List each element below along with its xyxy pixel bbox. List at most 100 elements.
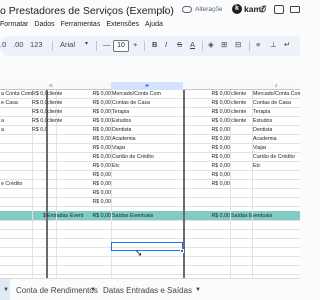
menu-ferramentas[interactable]: Ferramentas: [61, 21, 101, 33]
valign-icon[interactable]: ⊥: [270, 40, 277, 49]
cell[interactable]: R$ 0,00: [183, 212, 230, 220]
cell[interactable]: Cartão de Crédito: [253, 153, 295, 161]
cell[interactable]: Academia: [253, 135, 277, 143]
cell[interactable]: Dentista: [253, 126, 272, 134]
cell[interactable]: Etc: [112, 162, 120, 170]
cell[interactable]: R$ 0,00: [32, 117, 46, 125]
cell[interactable]: R$ 0,00: [56, 198, 111, 206]
cell[interactable]: e Crédito: [1, 180, 23, 188]
column-header[interactable]: [0, 82, 32, 90]
cell[interactable]: R$ 0,00: [56, 117, 111, 125]
cell[interactable]: Mercado/Conta Com: [112, 90, 161, 98]
menu-extensoes[interactable]: Extensões: [106, 21, 139, 33]
fill-color-icon[interactable]: ◈: [208, 40, 214, 49]
cell[interactable]: R$ 0,00: [56, 189, 111, 197]
cell[interactable]: R$ 0,00: [183, 135, 230, 143]
cell[interactable]: a: [1, 117, 4, 125]
merge-cells-icon[interactable]: ⊟: [235, 40, 241, 49]
cell[interactable]: Estudos: [253, 117, 272, 125]
cell[interactable]: a Conta Com: [1, 90, 32, 98]
font-family-select[interactable]: Arial: [60, 40, 75, 49]
column-header[interactable]: [183, 82, 230, 90]
text-wrap-icon[interactable]: ↵: [284, 40, 290, 49]
cell[interactable]: R$ 0,00: [183, 153, 230, 161]
chevron-down-icon[interactable]: ▾: [85, 40, 88, 47]
fill-handle[interactable]: [180, 249, 184, 253]
comment-icon[interactable]: [274, 5, 284, 14]
history-icon[interactable]: ↺: [258, 3, 267, 16]
cell[interactable]: R$ 0,00: [183, 144, 230, 152]
cell[interactable]: cliente: [231, 117, 246, 125]
cell[interactable]: R$ 0,00: [183, 90, 230, 98]
cell[interactable]: R$ 0,00: [56, 144, 111, 152]
cell[interactable]: R$ 0,00: [183, 108, 230, 116]
cell[interactable]: R$ 0,00: [183, 99, 230, 107]
cell[interactable]: R$ 0,00: [56, 212, 111, 220]
cell[interactable]: R$ 0,00: [56, 180, 111, 188]
chevron-down-icon[interactable]: ▼: [90, 287, 96, 293]
cell[interactable]: Mercado/Conta Com: [253, 90, 300, 98]
strikethrough-icon[interactable]: S: [177, 40, 182, 49]
cell[interactable]: R$ 0,00: [32, 99, 46, 107]
cell[interactable]: cliente: [231, 108, 246, 116]
column-header-j[interactable]: J: [252, 82, 300, 90]
menu-dados[interactable]: Dados: [34, 21, 54, 33]
cell[interactable]: Saídas Eventuais: [112, 212, 153, 220]
cell[interactable]: R$ 0,00: [56, 162, 111, 170]
cell[interactable]: Dentista: [112, 126, 131, 134]
cell[interactable]: R$ 0,00: [56, 126, 111, 134]
italic-icon[interactable]: I: [165, 40, 167, 49]
column-header-h[interactable]: H: [111, 82, 183, 90]
align-icon[interactable]: ≡: [256, 40, 260, 49]
sheet-tab-datas-entradas-e-saidas[interactable]: Datas Entradas e Saídas: [103, 286, 192, 295]
cell[interactable]: Saídas Eventuais: [231, 212, 272, 220]
cell[interactable]: Cartão de Crédito: [112, 153, 154, 161]
cell[interactable]: R$ 0,00: [183, 162, 230, 170]
cell[interactable]: R$ 0,00: [56, 99, 111, 107]
document-title[interactable]: o Prestadores de Serviços (Exemplo): [0, 5, 174, 17]
column-header[interactable]: [56, 82, 111, 90]
cell[interactable]: R$ 0,00: [56, 135, 111, 143]
star-icon[interactable]: ☆: [160, 5, 169, 16]
chevron-down-icon[interactable]: ▼: [3, 287, 9, 293]
spreadsheet-grid[interactable]: a Conta Com e Casa a a e Crédito R$ 0,00…: [0, 90, 300, 278]
increase-decimals-button[interactable]: .00: [13, 40, 23, 49]
chevron-down-icon[interactable]: ▼: [195, 287, 201, 293]
selected-cell[interactable]: [111, 242, 183, 251]
cell[interactable]: Estudos: [112, 117, 131, 125]
cell[interactable]: R$ 0,00: [32, 90, 46, 98]
cell[interactable]: R$ 0,00: [56, 90, 111, 98]
increase-font-size-button[interactable]: +: [133, 40, 137, 49]
cell[interactable]: Terapia: [253, 108, 270, 116]
column-header[interactable]: [32, 82, 46, 90]
font-size-input[interactable]: 10: [113, 40, 129, 52]
cell[interactable]: R$ 0,00: [183, 180, 230, 188]
cell[interactable]: Etc: [253, 162, 261, 170]
cell[interactable]: e Casa: [1, 99, 18, 107]
borders-icon[interactable]: ⊞: [221, 40, 227, 49]
cell[interactable]: R$ 0,00: [56, 171, 111, 179]
cell[interactable]: R$ 0,00: [183, 171, 230, 179]
bold-icon[interactable]: B: [152, 40, 157, 49]
decrease-decimals-button[interactable]: .0: [0, 40, 6, 49]
cell[interactable]: R$ 0,00: [56, 153, 111, 161]
cell[interactable]: R$ 0,00: [32, 126, 46, 134]
video-call-icon[interactable]: [290, 6, 300, 13]
cell[interactable]: Viajar: [112, 144, 125, 152]
sheet-tab-conta-de-rendimentos[interactable]: Conta de Rendimentos: [16, 286, 98, 295]
menu-formatar[interactable]: Formatar: [0, 21, 28, 33]
text-color-icon[interactable]: A: [190, 40, 195, 49]
column-header[interactable]: [230, 82, 252, 90]
cell[interactable]: Viajar: [253, 144, 266, 152]
cell[interactable]: Terapia: [112, 108, 129, 116]
cell[interactable]: Academia: [112, 135, 136, 143]
cell[interactable]: cliente: [231, 90, 246, 98]
decrease-font-size-button[interactable]: —: [103, 40, 111, 49]
menu-ajuda[interactable]: Ajuda: [145, 21, 163, 33]
cell[interactable]: Contas de Casa: [253, 99, 291, 107]
cell[interactable]: cliente: [231, 99, 246, 107]
cell[interactable]: R$ 0,00: [183, 126, 230, 134]
column-header-g[interactable]: G: [46, 82, 56, 90]
cell[interactable]: R$ 0,00: [56, 108, 111, 116]
cell[interactable]: Contas de Casa: [112, 99, 150, 107]
